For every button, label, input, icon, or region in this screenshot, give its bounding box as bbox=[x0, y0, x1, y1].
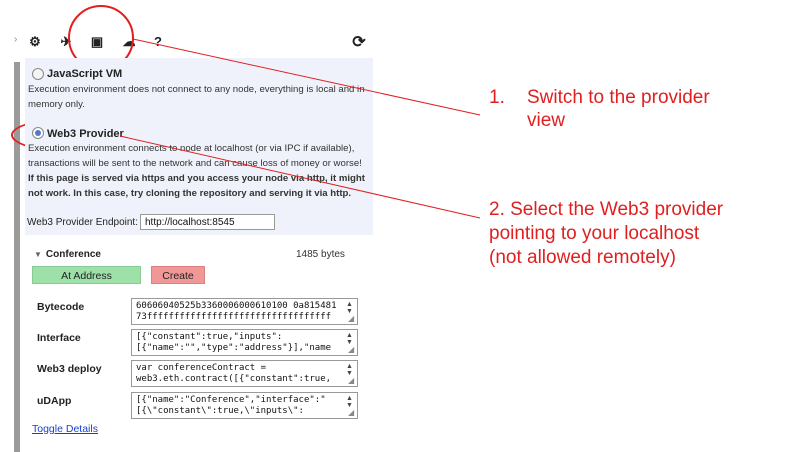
step2-line1: 2. Select the Web3 provider bbox=[489, 199, 724, 220]
step1-number: 1. bbox=[489, 87, 505, 108]
step1-line1: Switch to the provider bbox=[527, 87, 710, 108]
step1-line2: view bbox=[527, 110, 566, 131]
step2-line2: pointing to your localhost bbox=[489, 223, 700, 244]
step2-line3: (not allowed remotely) bbox=[489, 247, 676, 268]
arrow-line-step2 bbox=[119, 135, 481, 219]
arrow-line-step1 bbox=[132, 38, 481, 116]
